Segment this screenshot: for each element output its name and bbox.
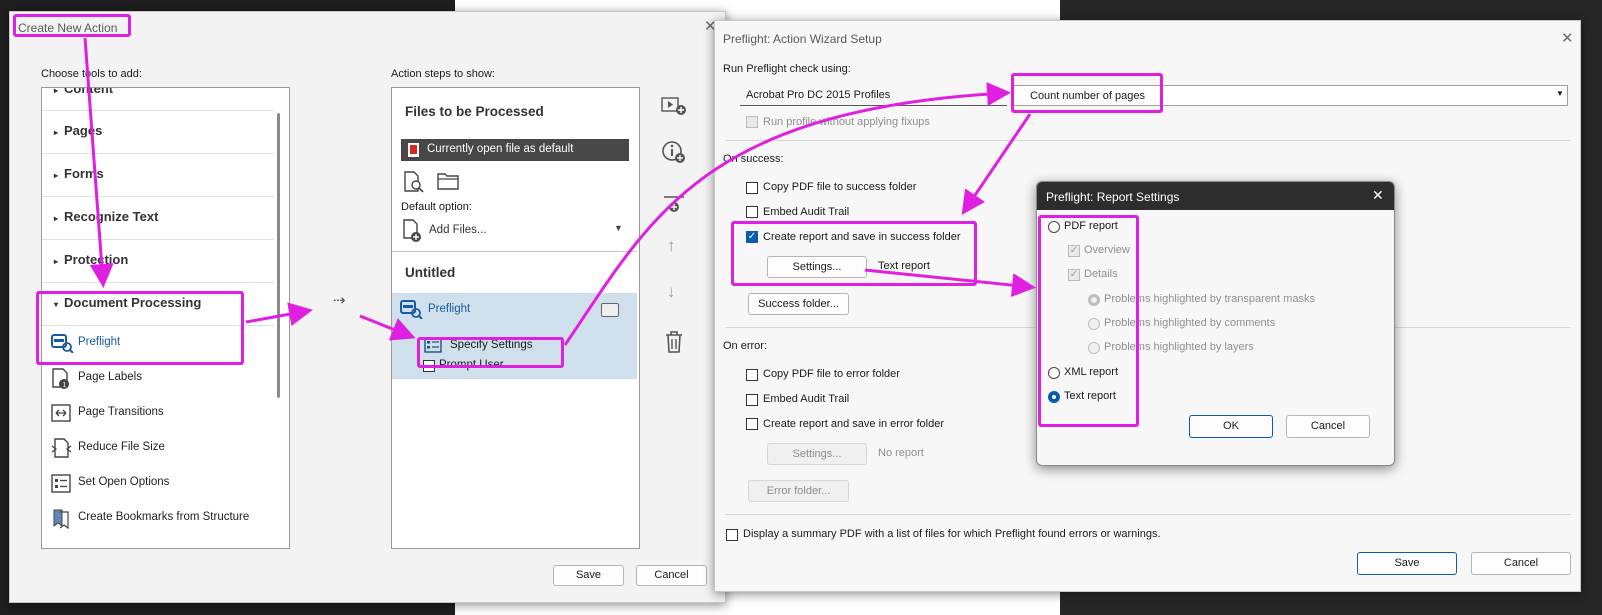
highlight-specify-settings	[417, 337, 564, 368]
profile-select[interactable]: Acrobat Pro DC 2015 Profiles ▼	[740, 85, 1007, 106]
close-icon[interactable]: ✕	[1561, 29, 1574, 47]
wizard-cancel-button[interactable]: Cancel	[1471, 552, 1571, 575]
summary-checkbox[interactable]	[726, 529, 738, 541]
tool-create-bookmarks-label: Create Bookmarks from Structure	[78, 511, 250, 523]
move-down-icon[interactable]: ↓	[667, 282, 676, 302]
category-forms[interactable]: ▸ Forms	[54, 166, 104, 181]
step-preflight-label[interactable]: Preflight	[428, 303, 470, 315]
reduce-file-size-icon	[51, 438, 72, 458]
category-pages[interactable]: ▸ Pages	[54, 123, 102, 138]
untitled-header: Untitled	[405, 265, 456, 280]
close-icon[interactable]: ✕	[1372, 187, 1384, 204]
embed-audit-error-label: Embed Audit Trail	[763, 393, 850, 405]
run-without-fixups-checkbox[interactable]	[746, 116, 758, 128]
highlight-count-pages	[1011, 73, 1163, 113]
current-file-label: Currently open file as default	[427, 143, 574, 155]
action-steps-label: Action steps to show:	[391, 68, 495, 80]
choose-tools-label: Choose tools to add:	[41, 68, 142, 80]
highlight-dialog-title	[13, 14, 131, 37]
create-save-button[interactable]: Save	[553, 565, 624, 586]
pdf-file-icon	[408, 143, 419, 157]
page-transitions-icon	[51, 404, 71, 422]
highlight-create-report	[731, 221, 977, 286]
error-report-type: No report	[878, 447, 924, 459]
on-success-label: On success:	[723, 153, 784, 165]
chevron-right-icon: ▸	[54, 128, 59, 137]
summary-label: Display a summary PDF with a list of fil…	[743, 528, 1161, 540]
error-settings-button[interactable]: Settings...	[767, 443, 867, 465]
embed-audit-success-checkbox[interactable]	[746, 206, 758, 218]
browse-file-icon[interactable]	[402, 170, 426, 194]
copy-success-label: Copy PDF file to success folder	[763, 181, 917, 193]
dropdown-arrow-icon: ▼	[1556, 89, 1564, 98]
tool-reduce-file-size-label: Reduce File Size	[78, 441, 165, 453]
create-report-error-checkbox[interactable]	[746, 418, 758, 430]
copy-error-checkbox[interactable]	[746, 369, 758, 381]
run-without-fixups-label: Run profile without applying fixups	[763, 116, 930, 128]
create-cancel-button[interactable]: Cancel	[636, 565, 707, 586]
tool-page-labels-label: Page Labels	[78, 371, 142, 383]
add-panel-icon[interactable]	[661, 194, 687, 216]
category-protection[interactable]: ▸ Protection	[54, 252, 128, 267]
add-step-icon[interactable]	[661, 95, 687, 117]
dropdown-arrow-icon: ▼	[995, 88, 1003, 97]
tool-page-transitions-label: Page Transitions	[78, 406, 164, 418]
tools-scrollbar[interactable]	[277, 113, 280, 398]
files-header: Files to be Processed	[405, 104, 544, 119]
success-folder-button[interactable]: Success folder...	[748, 293, 849, 315]
add-files-dropdown[interactable]: Add Files... ▼	[401, 219, 629, 243]
run-label: Run Preflight check using:	[723, 63, 851, 75]
wizard-title: Preflight: Action Wizard Setup	[723, 32, 882, 46]
category-content[interactable]: ▸ Content	[54, 87, 113, 96]
highlight-document-processing	[36, 291, 244, 365]
add-file-icon	[403, 219, 421, 242]
chevron-right-icon: ▸	[54, 171, 59, 180]
default-option-label: Default option:	[401, 201, 472, 213]
page-labels-icon: 1	[52, 368, 69, 389]
highlight-report-options	[1038, 215, 1139, 427]
current-file-row[interactable]: Currently open file as default	[401, 139, 629, 161]
preflight-step-icon	[400, 300, 423, 319]
on-error-label: On error:	[723, 340, 768, 352]
tool-create-bookmarks[interactable]: Create Bookmarks from Structure	[50, 508, 270, 530]
embed-audit-success-label: Embed Audit Trail	[763, 206, 850, 218]
bookmarks-icon	[53, 509, 69, 530]
folder-icon[interactable]	[436, 170, 460, 192]
report-title: Preflight: Report Settings	[1046, 190, 1180, 204]
tool-page-labels[interactable]: 1 Page Labels	[50, 368, 270, 390]
category-recognize-text[interactable]: ▸ Recognize Text	[54, 209, 158, 224]
move-up-icon[interactable]: ↑	[667, 236, 676, 256]
add-instruction-icon[interactable]	[661, 140, 687, 166]
steps-panel: Files to be Processed Currently open fil…	[391, 87, 640, 549]
tool-page-transitions[interactable]: Page Transitions	[50, 403, 270, 425]
tool-reduce-file-size[interactable]: Reduce File Size	[50, 438, 270, 460]
trash-icon[interactable]	[663, 330, 685, 354]
ok-button[interactable]: OK	[1189, 415, 1273, 438]
tool-set-open-options[interactable]: Set Open Options	[50, 473, 270, 495]
step-options-icon[interactable]	[601, 303, 619, 317]
copy-error-label: Copy PDF file to error folder	[763, 368, 900, 380]
wizard-save-button[interactable]: Save	[1357, 552, 1457, 575]
embed-audit-error-checkbox[interactable]	[746, 394, 758, 406]
chevron-right-icon: ▸	[54, 214, 59, 223]
add-to-steps-arrow-icon[interactable]: ⇢	[333, 291, 346, 309]
dropdown-arrow-icon: ▼	[614, 223, 623, 233]
tool-set-open-options-label: Set Open Options	[78, 476, 170, 488]
add-files-label: Add Files...	[429, 224, 487, 236]
chevron-right-icon: ▸	[54, 257, 59, 266]
create-report-error-label: Create report and save in error folder	[763, 418, 944, 430]
error-folder-button[interactable]: Error folder...	[748, 480, 849, 502]
set-open-options-icon	[51, 474, 71, 493]
report-cancel-button[interactable]: Cancel	[1286, 415, 1370, 438]
svg-text:1: 1	[62, 382, 66, 389]
copy-success-checkbox[interactable]	[746, 182, 758, 194]
chevron-right-icon: ▸	[54, 87, 59, 95]
